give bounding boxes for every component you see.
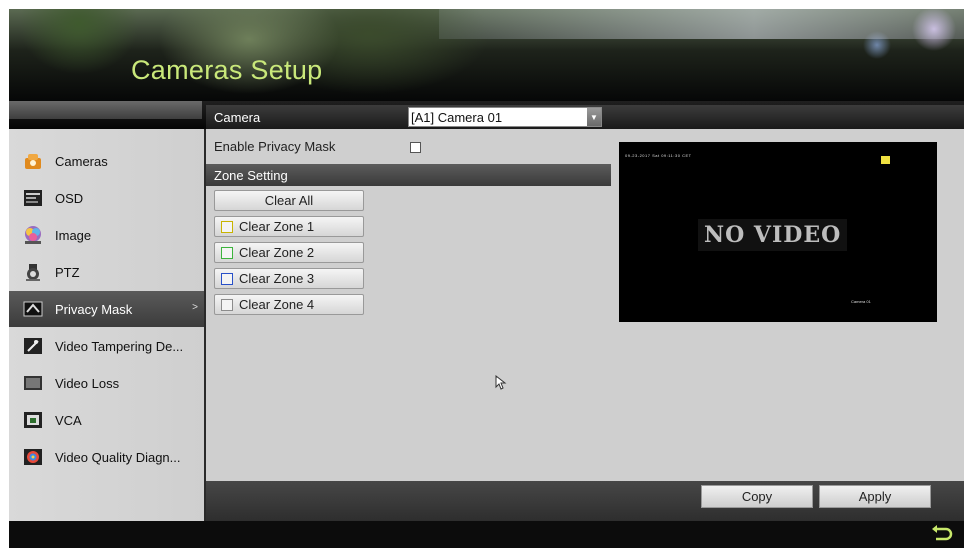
header-banner: Cameras Setup bbox=[9, 9, 964, 101]
sidebar-item-label: Video Loss bbox=[55, 375, 120, 391]
sidebar-item-label: Image bbox=[55, 227, 92, 243]
video-tampering-icon bbox=[23, 336, 43, 356]
zone-setting-header: Zone Setting bbox=[206, 164, 611, 186]
copy-label: Copy bbox=[741, 489, 773, 504]
camera-dropdown[interactable]: [A1] Camera 01 ▼ bbox=[408, 107, 602, 127]
preview-camera-name: Camera 01 bbox=[851, 299, 871, 304]
sidebar-item-vca[interactable]: VCA bbox=[9, 402, 204, 438]
sidebar-item-privacy-mask[interactable]: Privacy Mask > bbox=[9, 291, 204, 327]
sidebar-item-cameras[interactable]: Cameras bbox=[9, 143, 204, 179]
apply-button[interactable]: Apply bbox=[819, 485, 931, 508]
ptz-icon bbox=[23, 262, 43, 282]
copy-button[interactable]: Copy bbox=[701, 485, 813, 508]
sidebar-item-video-quality[interactable]: Video Quality Diagn... bbox=[9, 439, 204, 475]
camera-selector-bar: Camera [A1] Camera 01 ▼ bbox=[206, 105, 964, 129]
sidebar-item-video-loss[interactable]: Video Loss bbox=[9, 365, 204, 401]
page-title: Cameras Setup bbox=[131, 55, 323, 85]
bottom-bar bbox=[9, 521, 964, 548]
sidebar-header bbox=[9, 101, 202, 119]
sidebar-item-label: VCA bbox=[55, 412, 82, 428]
cameras-setup-window: Cameras Setup Camera [A1] Camera 01 ▼ Ca… bbox=[9, 9, 964, 548]
enable-privacy-mask-label: Enable Privacy Mask bbox=[214, 139, 336, 154]
sidebar-item-label: Cameras bbox=[55, 153, 108, 169]
sidebar-item-osd[interactable]: OSD bbox=[9, 180, 204, 216]
chevron-down-icon[interactable]: ▼ bbox=[587, 108, 601, 126]
video-preview[interactable]: 09-23-2017 Sat 09:11:30 CET NO VIDEO Cam… bbox=[619, 142, 937, 322]
enable-privacy-mask-checkbox[interactable] bbox=[410, 142, 421, 153]
mouse-cursor-icon bbox=[495, 375, 507, 390]
clear-zone-label: Clear Zone 2 bbox=[239, 245, 315, 260]
camera-dropdown-value: [A1] Camera 01 bbox=[411, 109, 503, 125]
clear-all-button[interactable]: Clear All bbox=[214, 190, 364, 211]
zone-color-swatch bbox=[221, 272, 233, 285]
no-video-text: NO VIDEO bbox=[698, 219, 848, 251]
preview-timestamp: 09-23-2017 Sat 09:11:30 CET bbox=[625, 153, 692, 158]
video-quality-icon bbox=[23, 447, 43, 467]
osd-icon bbox=[23, 188, 43, 208]
zone-setting-title: Zone Setting bbox=[214, 168, 288, 183]
clear-zone-4-button[interactable]: Clear Zone 4 bbox=[214, 294, 364, 315]
sidebar: Cameras OSD Image PTZ Privacy Mask > Vid… bbox=[9, 129, 206, 521]
clear-zone-2-button[interactable]: Clear Zone 2 bbox=[214, 242, 364, 263]
privacy-mask-panel: Enable Privacy Mask Zone Setting Clear A… bbox=[206, 129, 964, 481]
image-icon bbox=[23, 225, 43, 245]
vca-icon bbox=[23, 410, 43, 430]
clear-zone-1-button[interactable]: Clear Zone 1 bbox=[214, 216, 364, 237]
clear-zone-label: Clear Zone 4 bbox=[239, 297, 315, 312]
clear-zone-3-button[interactable]: Clear Zone 3 bbox=[214, 268, 364, 289]
record-indicator-icon bbox=[881, 156, 890, 164]
sidebar-item-image[interactable]: Image bbox=[9, 217, 204, 253]
back-icon[interactable] bbox=[930, 523, 954, 545]
sidebar-item-label: Video Quality Diagn... bbox=[55, 449, 181, 465]
zone-color-swatch bbox=[221, 220, 233, 233]
apply-label: Apply bbox=[858, 489, 892, 504]
sidebar-item-video-tampering[interactable]: Video Tampering De... bbox=[9, 328, 204, 364]
zone-color-swatch bbox=[221, 298, 233, 311]
privacy-mask-icon bbox=[23, 299, 43, 319]
video-loss-icon bbox=[23, 373, 43, 393]
footer-bar: Copy Apply bbox=[206, 481, 964, 521]
clear-zone-label: Clear Zone 1 bbox=[239, 219, 315, 234]
camera-label: Camera bbox=[214, 110, 261, 125]
sidebar-item-label: OSD bbox=[55, 190, 84, 206]
sidebar-item-ptz[interactable]: PTZ bbox=[9, 254, 204, 290]
chevron-right-icon: > bbox=[192, 302, 198, 313]
sidebar-item-label: Video Tampering De... bbox=[55, 338, 184, 354]
clear-zone-label: Clear Zone 3 bbox=[239, 271, 315, 286]
sidebar-item-label: PTZ bbox=[55, 264, 80, 280]
zone-color-swatch bbox=[221, 246, 233, 259]
sidebar-item-label: Privacy Mask bbox=[55, 301, 133, 317]
clear-all-label: Clear All bbox=[264, 193, 314, 208]
camera-icon bbox=[23, 151, 43, 171]
